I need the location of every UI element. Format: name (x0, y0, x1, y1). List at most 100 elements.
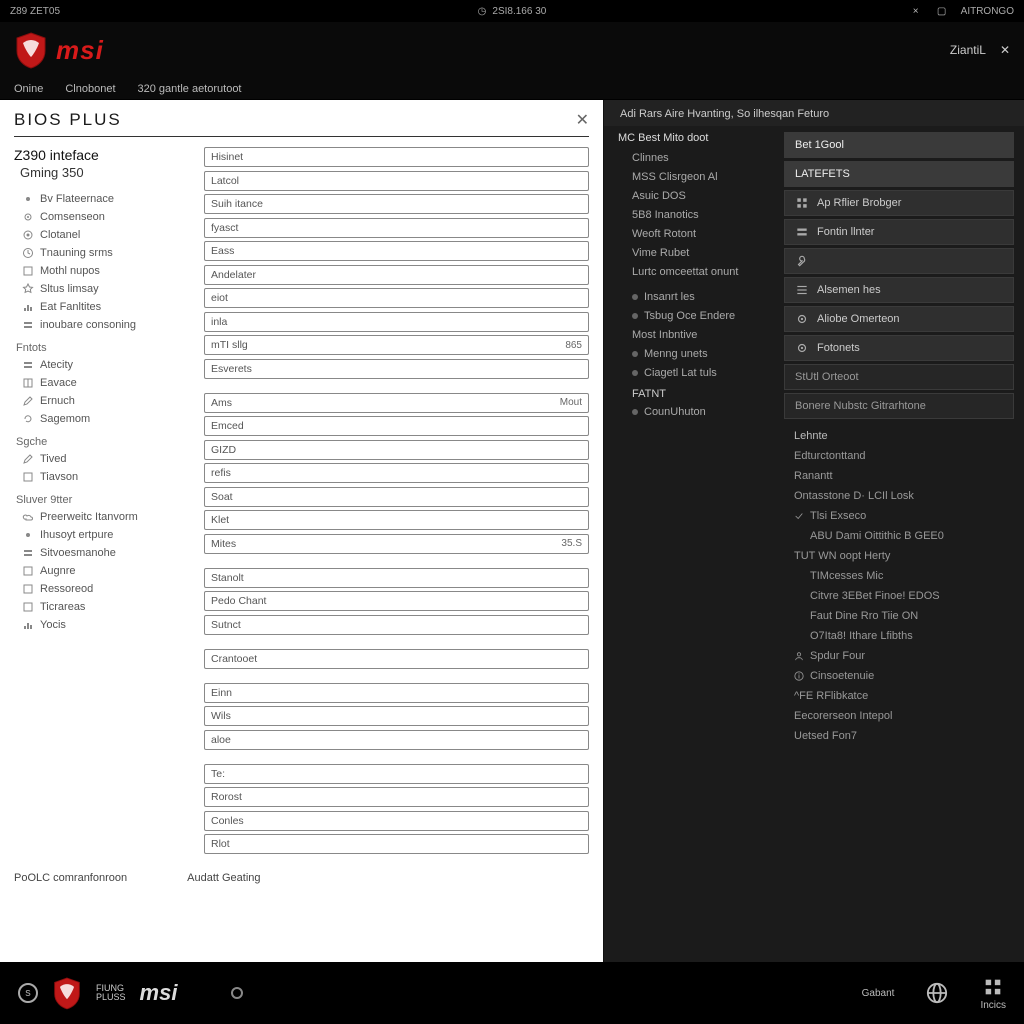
sublist-item[interactable]: Cinsoetenuie (794, 666, 1014, 686)
category-item[interactable]: Ciagetl Lat tuls (618, 363, 778, 382)
action-button[interactable]: Bonere Nubstc Gitrarhtone (784, 393, 1014, 419)
field-input[interactable]: Eass (204, 241, 589, 261)
window-close-icon[interactable]: × (909, 4, 923, 18)
sublist-item[interactable]: Ontasstone D· LCIl Losk (794, 486, 1014, 506)
field-input[interactable]: refis (204, 463, 589, 483)
panel-title: BIOS PLUS (14, 110, 122, 130)
field-input[interactable]: fyasct (204, 218, 589, 238)
sidebar-item[interactable]: Tived (14, 450, 194, 468)
panel-close-icon[interactable]: ✕ (576, 110, 589, 130)
sidebar-item-label: Eavace (40, 377, 77, 389)
action-button[interactable]: Fotonets (784, 335, 1014, 361)
sublist-item[interactable]: Spdur Four (794, 646, 1014, 666)
sidebar-item[interactable]: Ressoreod (14, 580, 194, 598)
sublist-item[interactable]: Ranantt (794, 466, 1014, 486)
footer-ring-icon[interactable] (231, 987, 243, 999)
sidebar-item[interactable]: Sagemom (14, 410, 194, 428)
sublist-item[interactable]: Eecorerseon Intepol (794, 706, 1014, 726)
sublist-item[interactable]: Uetsed Fon7 (794, 726, 1014, 746)
action-button[interactable]: Ap Rflier Brobger (784, 190, 1014, 216)
sidebar-item[interactable]: Mothl nupos (14, 262, 194, 280)
category-item[interactable]: Insanrt les (618, 287, 778, 306)
field-input[interactable]: Soat (204, 487, 589, 507)
field-input[interactable]: Stanolt (204, 568, 589, 588)
field-input[interactable]: Suih itance (204, 194, 589, 214)
field-input[interactable]: Sutnct (204, 615, 589, 635)
sidebar-item[interactable]: Clotanel (14, 226, 194, 244)
category-item[interactable]: Asuic DOS (618, 186, 778, 205)
field-input[interactable]: eiot (204, 288, 589, 308)
sublist-item[interactable]: Edturctonttand (794, 446, 1014, 466)
field-input[interactable]: Klet (204, 510, 589, 530)
sidebar-item[interactable]: Bv Flateernace (14, 190, 194, 208)
field-input[interactable]: mTI sllg865 (204, 335, 589, 355)
sidebar-item[interactable]: Eavace (14, 374, 194, 392)
field-input[interactable]: Einn (204, 683, 589, 703)
field-input[interactable]: Mites35.S (204, 534, 589, 554)
field-input[interactable]: Pedo Chant (204, 591, 589, 611)
field-input[interactable]: Crantooet (204, 649, 589, 669)
sidebar-item[interactable]: Augnre (14, 562, 194, 580)
action-button[interactable]: StUtl Orteoot (784, 364, 1014, 390)
category-item[interactable]: Clinnes (618, 148, 778, 167)
footer-action[interactable]: Gabant (862, 988, 895, 999)
category-item[interactable]: Menng unets (618, 344, 778, 363)
nav-tab-0[interactable]: Onine (14, 83, 43, 95)
panel-header-close-icon[interactable]: ✕ (1000, 43, 1010, 57)
sidebar-item[interactable]: Tnauning srms (14, 244, 194, 262)
sublist-item[interactable]: ABU Dami Oittithic B GEE0 (794, 526, 1014, 546)
field-input[interactable]: GIZD (204, 440, 589, 460)
category-item[interactable]: Lurtc omceettat onunt (618, 262, 778, 281)
sidebar-item[interactable]: Sltus limsay (14, 280, 194, 298)
field-input[interactable]: Andelater (204, 265, 589, 285)
category-item[interactable]: MSS Clisrgeon Al (618, 167, 778, 186)
category-item[interactable]: 5B8 Inanotics (618, 205, 778, 224)
field-input[interactable]: Latcol (204, 171, 589, 191)
category-item[interactable]: Weoft Rotont (618, 224, 778, 243)
sublist-item[interactable]: TUT WN oopt Herty (794, 546, 1014, 566)
field-input[interactable]: Wils (204, 706, 589, 726)
header-right-label[interactable]: ZiantiL (950, 43, 986, 57)
sidebar-item[interactable]: Ihusoyt ertpure (14, 526, 194, 544)
field-input[interactable]: AmsMout (204, 393, 589, 413)
field-input[interactable]: Rlot (204, 834, 589, 854)
sublist-item[interactable]: Citvre 3EBet Finoe! EDOS (794, 586, 1014, 606)
field-input[interactable]: Conles (204, 811, 589, 831)
field-input[interactable]: Hisinet (204, 147, 589, 167)
footer-power-icon[interactable]: s (18, 983, 38, 1003)
sidebar-item[interactable]: Preerweitc Itanvorm (14, 508, 194, 526)
footer-action[interactable] (926, 982, 948, 1004)
sublist-item[interactable]: TIMcesses Mic (794, 566, 1014, 586)
field-input[interactable]: Rorost (204, 787, 589, 807)
window-box-icon[interactable]: ▢ (935, 4, 949, 18)
nav-tab-2[interactable]: 320 gantle aetorutoot (138, 83, 242, 95)
sidebar-item[interactable]: Ernuch (14, 392, 194, 410)
field-input[interactable]: aloe (204, 730, 589, 750)
sidebar-item[interactable]: inoubare consoning (14, 316, 194, 334)
field-input[interactable]: Emced (204, 416, 589, 436)
sidebar-item[interactable]: Ticrareas (14, 598, 194, 616)
sidebar-item[interactable]: Tiavson (14, 468, 194, 486)
sidebar-item[interactable]: Comsenseon (14, 208, 194, 226)
action-button[interactable]: Aliobe Omerteon (784, 306, 1014, 332)
category-item[interactable]: Vime Rubet (618, 243, 778, 262)
field-input[interactable]: inla (204, 312, 589, 332)
category-item[interactable]: Most Inbntive (618, 325, 778, 344)
sidebar-item[interactable]: Yocis (14, 616, 194, 634)
field-input[interactable]: Esverets (204, 359, 589, 379)
action-button[interactable]: Fontin llnter (784, 219, 1014, 245)
category-item[interactable]: Tsbug Oce Endere (618, 306, 778, 325)
sublist-item[interactable]: ^FE RFlibkatce (794, 686, 1014, 706)
nav-tab-1[interactable]: Clnobonet (65, 83, 115, 95)
sidebar-item[interactable]: Sitvoesmanohe (14, 544, 194, 562)
sidebar-item[interactable]: Atecity (14, 356, 194, 374)
field-input[interactable]: Te: (204, 764, 589, 784)
action-button[interactable] (784, 248, 1014, 274)
footer-action[interactable]: Incics (980, 976, 1006, 1011)
sublist-item[interactable]: Faut Dine Rro Tiie ON (794, 606, 1014, 626)
sublist-item[interactable]: Tlsi Exseco (794, 506, 1014, 526)
category-item[interactable]: CounUhuton (618, 402, 778, 421)
action-button[interactable]: Alsemen hes (784, 277, 1014, 303)
sublist-item[interactable]: O7Ita8! Ithare Lfibths (794, 626, 1014, 646)
sidebar-item[interactable]: Eat Fanltites (14, 298, 194, 316)
